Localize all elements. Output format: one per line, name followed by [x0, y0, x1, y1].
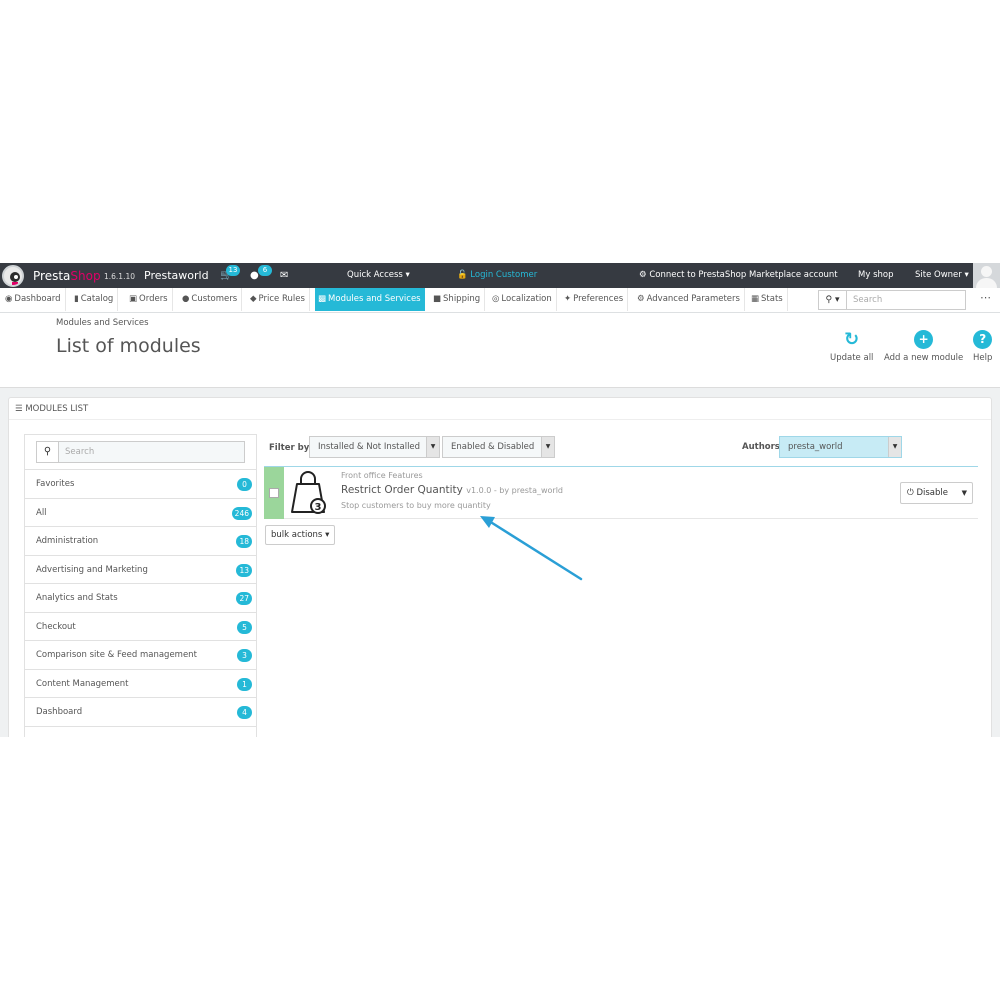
category-item[interactable]: All 246 — [25, 499, 256, 527]
svg-text:3: 3 — [315, 502, 322, 513]
category-count: 1 — [237, 677, 252, 691]
main-menu: ◉ Dashboard ▮ Catalog ▣ Orders ● Customers ◆… — [0, 288, 1000, 313]
module-row: 3 Front office Features Restrict Order Q… — [264, 466, 978, 519]
caret-down-icon[interactable]: ▼ — [962, 483, 967, 503]
envelope-icon[interactable]: ✉ — [280, 270, 288, 281]
bulk-actions-button[interactable]: bulk actions ▾ — [265, 525, 335, 545]
plus-circle-icon: + — [914, 330, 934, 349]
brand-name[interactable]: PrestaShop — [33, 269, 101, 283]
more-icon[interactable]: ⋯ — [980, 291, 991, 304]
page-header: Modules and Services List of modules ↻ U… — [0, 313, 1000, 388]
search-icon: ⚲ — [37, 442, 59, 462]
filter-by-label: Filter by — [269, 443, 310, 453]
category-search-input[interactable]: Search — [59, 442, 244, 462]
module-category: Front office Features — [341, 471, 423, 480]
category-item[interactable]: Comparison site & Feed management 3 — [25, 641, 256, 670]
category-item[interactable]: Analytics and Stats 27 — [25, 584, 256, 613]
update-all-button[interactable]: ↻ Update all — [830, 330, 873, 363]
module-name: Restrict Order Quantity v1.0.0 - by pres… — [341, 484, 563, 496]
authors-select[interactable]: presta_world ▼ — [779, 436, 902, 458]
category-count: 4 — [237, 706, 252, 719]
tag-icon: ◆ — [250, 294, 257, 304]
quick-access-menu[interactable]: Quick Access ▾ — [347, 270, 410, 280]
power-icon: ⏻ — [907, 488, 914, 498]
menu-catalog[interactable]: ▮ Catalog — [71, 288, 119, 311]
category-item[interactable]: Favorites 0 — [25, 470, 256, 499]
puzzle-icon: ▩ — [318, 294, 327, 304]
search-icon: ⚲ — [825, 295, 833, 305]
globe-icon: ◎ — [492, 294, 500, 304]
add-new-module-button[interactable]: + Add a new module — [884, 330, 963, 363]
module-checkbox[interactable] — [269, 488, 279, 498]
page-title: List of modules — [56, 335, 201, 357]
module-version: v1.0.0 - by presta_world — [466, 486, 563, 495]
caret-down-icon: ▼ — [888, 437, 901, 457]
prestashop-admin-window: PrestaShop 1.6.1.10 Prestaworld 🛒 13 ● 6… — [0, 263, 1000, 737]
enabled-indicator — [264, 467, 284, 519]
bar-chart-icon: ▦ — [751, 294, 760, 304]
menu-orders[interactable]: ▣ Orders — [126, 288, 173, 311]
help-button[interactable]: ? Help — [973, 330, 992, 363]
admin-search-input[interactable]: Search — [847, 290, 966, 310]
caret-down-icon: ▼ — [426, 437, 439, 457]
dashboard-icon: ◉ — [5, 294, 13, 304]
category-count: 5 — [237, 620, 252, 634]
login-customer-link[interactable]: 🔓 Login Customer — [457, 270, 537, 280]
menu-modules-and-services[interactable]: ▩ Modules and Services — [315, 288, 425, 311]
menu-shipping[interactable]: ■ Shipping — [430, 288, 486, 311]
disable-button[interactable]: ⏻ Disable ▼ — [900, 482, 973, 504]
cogs-icon: ⚙ — [637, 294, 645, 304]
connect-marketplace-link[interactable]: ⚙ Connect to PrestaShop Marketplace acco… — [639, 270, 838, 280]
shop-name[interactable]: Prestaworld — [144, 269, 209, 282]
category-item[interactable]: Checkout 5 — [25, 613, 256, 641]
truck-icon: ■ — [433, 294, 442, 304]
book-icon: ▮ — [74, 294, 79, 304]
list-icon: ☰ — [15, 404, 23, 414]
category-list: ⚲ Search Favorites 0 All 246 Administratio… — [24, 434, 257, 737]
menu-dashboard[interactable]: ◉ Dashboard — [2, 288, 66, 311]
category-item[interactable]: Advertising and Marketing 13 — [25, 556, 256, 584]
prestashop-logo-icon[interactable] — [2, 265, 24, 287]
credit-card-icon: ▣ — [129, 294, 138, 304]
category-item[interactable]: Administration 18 — [25, 527, 256, 556]
category-item[interactable]: Dashboard 4 — [25, 698, 256, 727]
install-filter-select[interactable]: Installed & Not Installed ▼ — [309, 436, 440, 458]
version-label: 1.6.1.10 — [104, 272, 136, 281]
category-count: 18 — [236, 535, 252, 548]
modules-list-panel: ☰ MODULES LIST ⚲ Search Favorites 0 All 24… — [8, 397, 992, 737]
category-item[interactable]: Content Management 1 — [25, 670, 256, 698]
menu-stats[interactable]: ▦ Stats — [748, 288, 788, 311]
wrench-icon: ✦ — [564, 294, 572, 304]
menu-localization[interactable]: ◎ Localization — [489, 288, 557, 311]
category-count: 0 — [237, 478, 252, 491]
users-icon: ● — [182, 294, 190, 304]
breadcrumb[interactable]: Modules and Services — [56, 318, 149, 328]
site-owner-menu[interactable]: Site Owner ▾ — [915, 270, 969, 280]
menu-customers[interactable]: ● Customers — [179, 288, 243, 311]
menu-price-rules[interactable]: ◆ Price Rules — [247, 288, 310, 311]
question-icon: ? — [973, 330, 993, 349]
menu-preferences[interactable]: ✦ Preferences — [561, 288, 629, 311]
my-shop-link[interactable]: My shop — [858, 270, 893, 280]
top-bar: PrestaShop 1.6.1.10 Prestaworld 🛒 13 ● 6… — [0, 263, 1000, 288]
category-count: 27 — [236, 592, 252, 605]
unlock-icon: 🔓 — [457, 270, 468, 280]
module-description: Stop customers to buy more quantity — [341, 501, 491, 510]
search-type-button[interactable]: ⚲ ▾ — [818, 290, 847, 310]
cart-badge: 13 — [226, 265, 240, 276]
authors-label: Authors — [742, 442, 780, 452]
enabled-filter-select[interactable]: Enabled & Disabled ▼ — [442, 436, 555, 458]
category-count: 13 — [236, 563, 252, 577]
caret-down-icon: ▼ — [541, 437, 554, 457]
category-count: 246 — [231, 506, 252, 520]
category-count: 3 — [237, 649, 252, 662]
customers-badge: 6 — [258, 265, 272, 276]
menu-advanced-parameters[interactable]: ⚙ Advanced Parameters — [634, 288, 745, 311]
category-search[interactable]: ⚲ Search — [36, 441, 245, 463]
refresh-icon: ↻ — [844, 329, 860, 350]
shopping-bag-lock-icon: 3 — [291, 471, 326, 514]
cogs-icon: ⚙ — [639, 270, 647, 280]
avatar[interactable] — [973, 263, 1000, 288]
panel-heading: ☰ MODULES LIST — [9, 398, 991, 420]
